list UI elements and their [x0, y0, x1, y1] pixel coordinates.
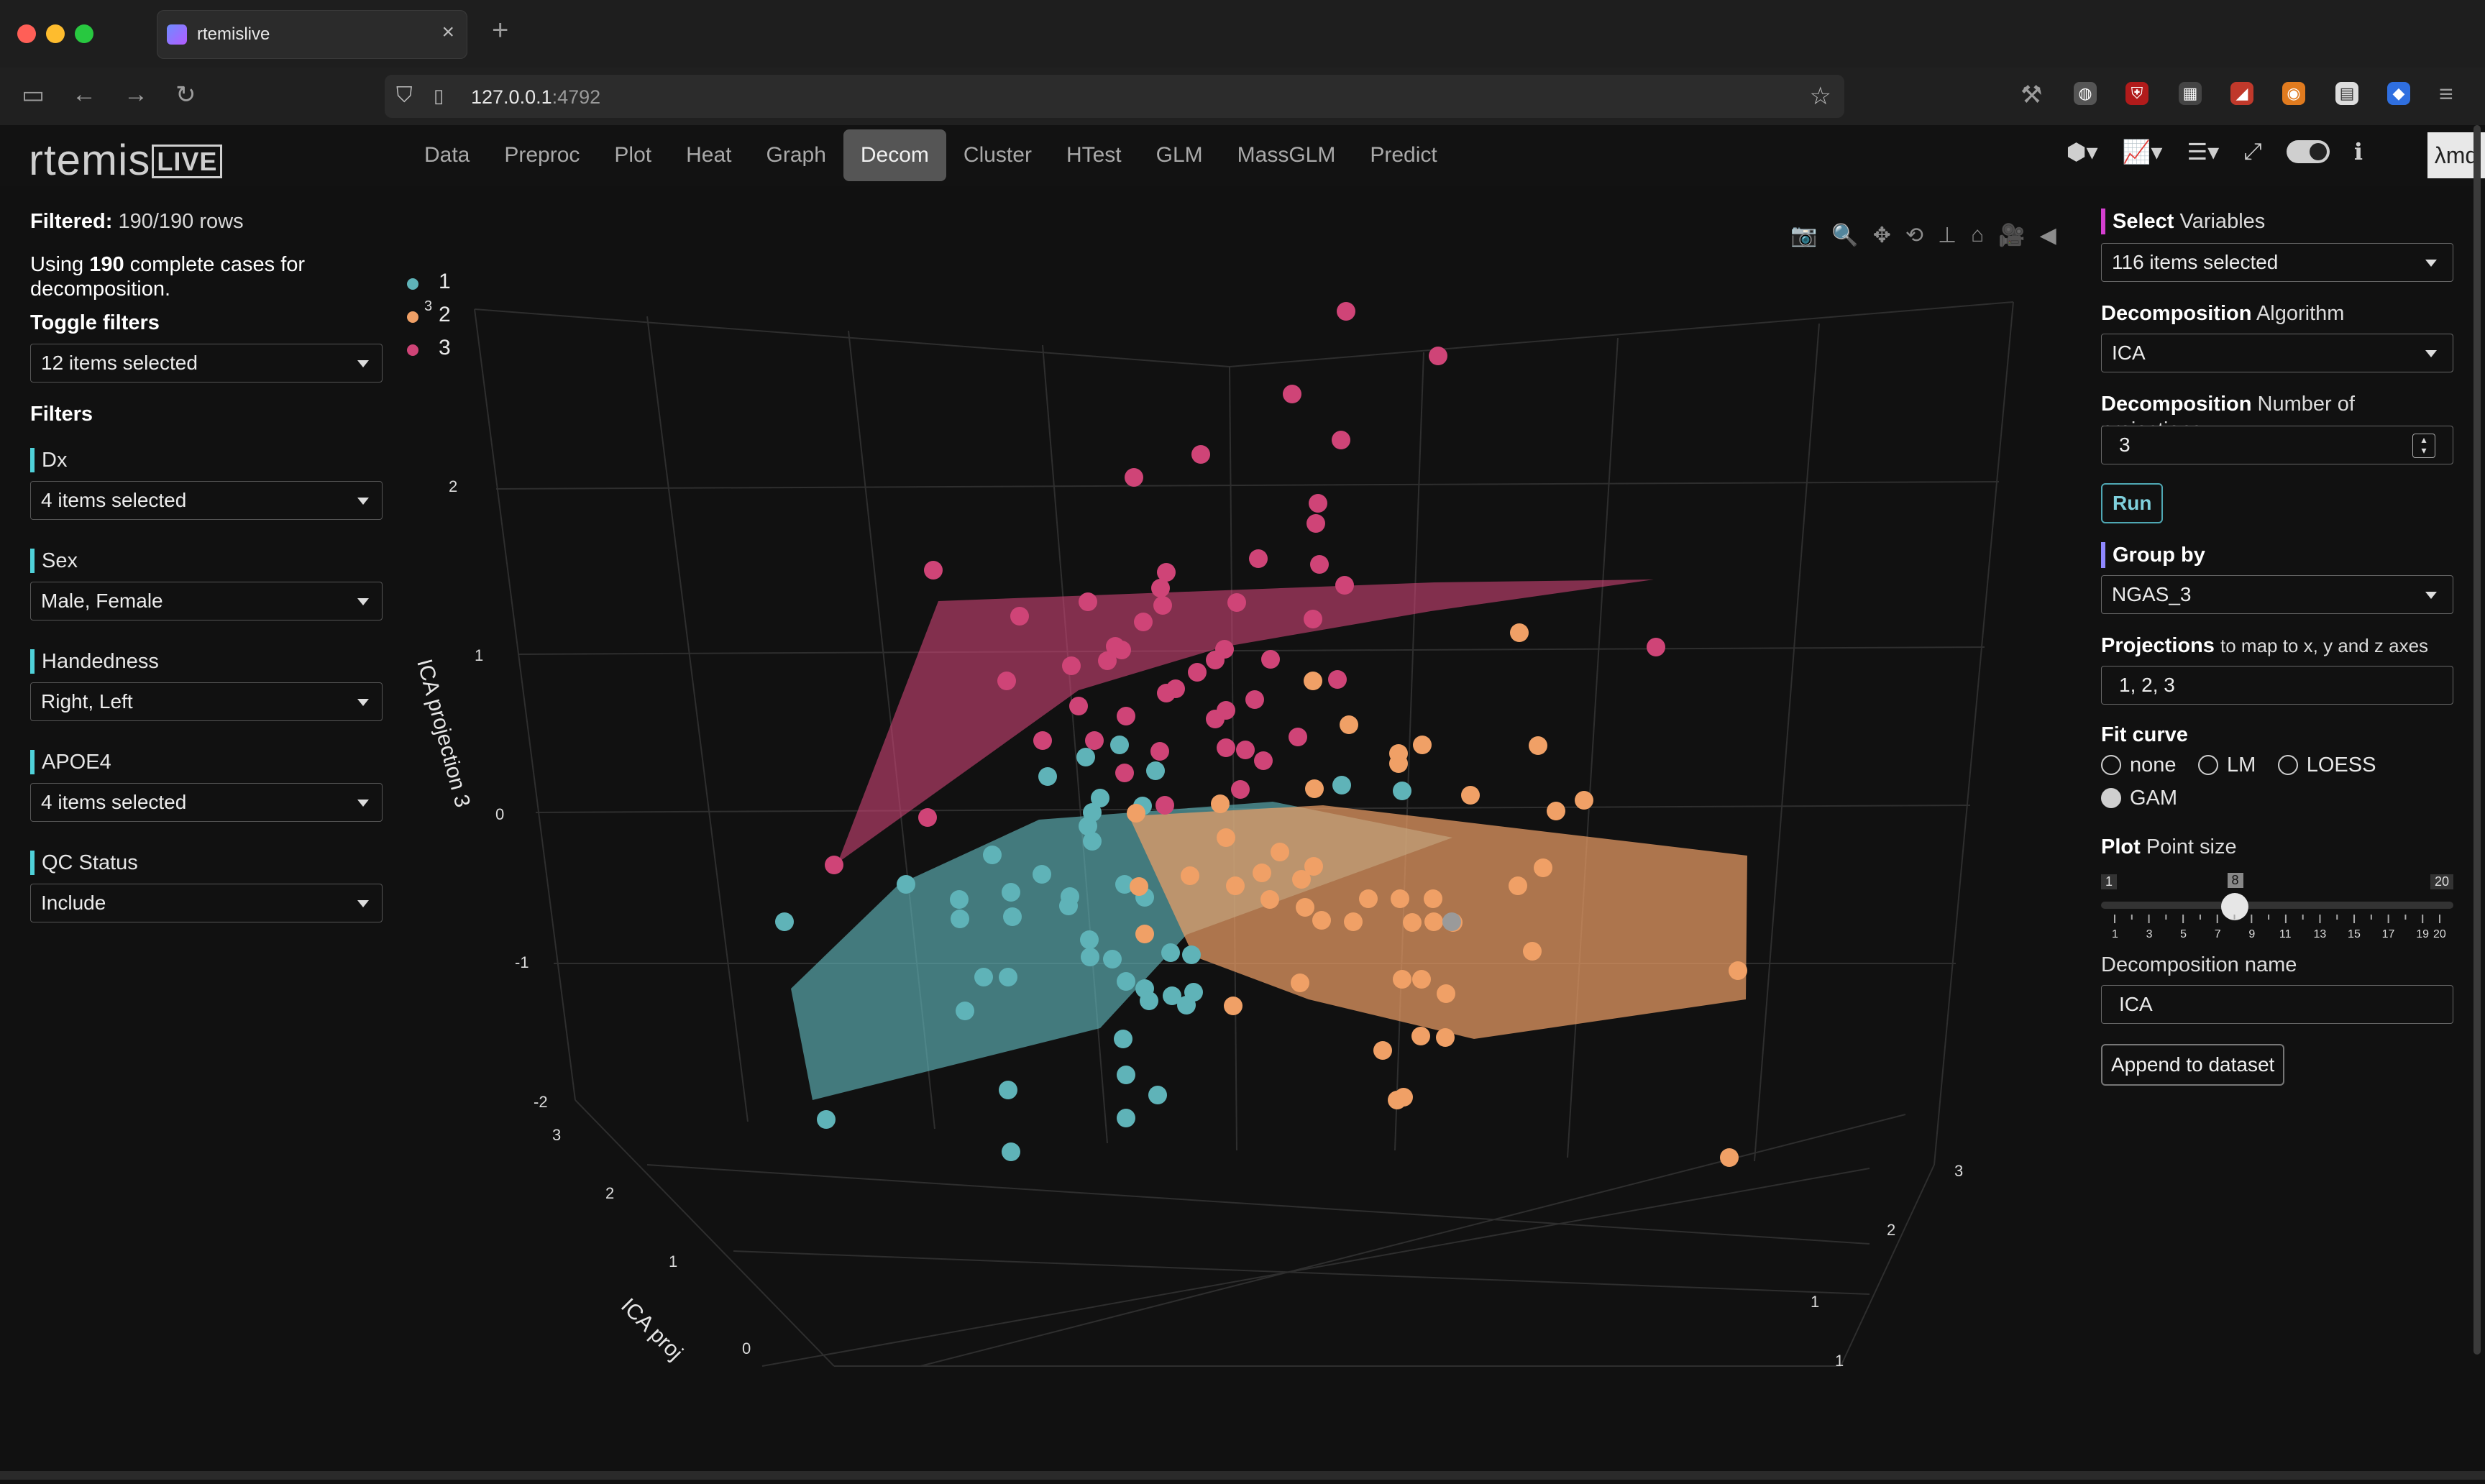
- slider-tick-label: 15: [2348, 928, 2361, 940]
- slider-tick-label: 20: [2433, 928, 2446, 940]
- run-button[interactable]: Run: [2101, 483, 2164, 523]
- slider-tick-label: 19: [2416, 928, 2429, 940]
- radio-circle: [2277, 755, 2298, 775]
- radio-circle: [2197, 755, 2218, 775]
- fit-gam-radio[interactable]: GAM: [2101, 785, 2177, 811]
- select-variables-select[interactable]: 116 items selected: [2101, 243, 2453, 282]
- fit-curve-label: Fit curve: [2101, 723, 2188, 746]
- radio-circle-selected: [2101, 788, 2121, 808]
- point-size-label: Plot Point size: [2101, 835, 2237, 858]
- x-tick-label: 0: [742, 1339, 751, 1357]
- y-tick-label: 1: [1835, 1352, 1844, 1370]
- z-tick-label: 2: [449, 477, 457, 495]
- x-axis-title: ICA proj: [616, 1294, 687, 1365]
- slider-max-label: 20: [2430, 874, 2453, 889]
- radio-circle: [2101, 755, 2121, 775]
- group-by-select[interactable]: NGAS_3: [2101, 575, 2453, 614]
- slider-ticks: 1 3 5 7 9 11 13 15 17 19 20: [2112, 915, 2446, 940]
- chevron-down-icon: [2425, 592, 2437, 599]
- slider-min-label: 1: [2101, 874, 2118, 889]
- y-tick-label: 2: [1887, 1221, 1895, 1239]
- select-variables-label: Select Variables: [2101, 209, 2453, 234]
- z-tick-label: 1: [475, 646, 483, 664]
- chevron-down-icon: [2425, 260, 2437, 267]
- z-tick-label: 0: [495, 805, 504, 823]
- algorithm-select[interactable]: ICA: [2101, 334, 2453, 372]
- slider-tick-label: 11: [2279, 928, 2292, 940]
- projections-number-label: Decomposition Number of projections: [2101, 393, 2355, 441]
- fit-curve-radio-group: none LM LOESS GAM: [2101, 752, 2453, 818]
- projections-number-input[interactable]: 3 ▴ ▾: [2101, 426, 2453, 464]
- slider-tick-label: 1: [2112, 928, 2118, 940]
- horizontal-scrollbar[interactable]: [0, 1471, 2485, 1480]
- fit-none-radio[interactable]: none: [2101, 752, 2177, 778]
- y-tick-label: 1: [1811, 1293, 1819, 1311]
- projections-map-label: Projections to map to x, y and z axes: [2101, 634, 2429, 657]
- projections-map-input[interactable]: 1, 2, 3: [2101, 666, 2453, 705]
- fit-lm-radio[interactable]: LM: [2197, 752, 2256, 778]
- algorithm-label: Decomposition Algorithm: [2101, 302, 2345, 325]
- z-tick-label: -2: [534, 1093, 548, 1111]
- decomposition-name-input[interactable]: ICA: [2101, 985, 2453, 1024]
- append-to-dataset-button[interactable]: Append to dataset: [2101, 1044, 2285, 1086]
- z-axis-title: ICA projection 3: [412, 656, 475, 810]
- x-tick-label: 3: [552, 1126, 561, 1144]
- point-grey: [1442, 912, 1461, 931]
- slider-tick-label: 13: [2313, 928, 2326, 940]
- x-tick-label: 2: [605, 1184, 614, 1202]
- x-tick-label: 1: [669, 1252, 677, 1270]
- page-scrollbar[interactable]: [2473, 125, 2481, 1355]
- decomposition-name-label: Decomposition name: [2101, 953, 2297, 976]
- slider-track[interactable]: [2101, 902, 2453, 909]
- chevron-down-icon: [2425, 350, 2437, 357]
- right-sidebar: Select Variables 116 items selected Deco…: [2101, 209, 2453, 1086]
- stepper-icon[interactable]: ▴ ▾: [2412, 434, 2435, 458]
- slider-tick-label: 9: [2248, 928, 2255, 940]
- group-by-label: Group by: [2101, 542, 2453, 568]
- z-tick-label: -1: [515, 953, 529, 971]
- slider-value-label: 8: [2227, 873, 2243, 888]
- slider-tick-label: 5: [2180, 928, 2187, 940]
- y-tick-label: 3: [1954, 1162, 1963, 1180]
- slider-tick-label: 17: [2382, 928, 2395, 940]
- slider-tick-label: 3: [2146, 928, 2153, 940]
- fit-loess-radio[interactable]: LOESS: [2277, 752, 2376, 778]
- slider-tick-label: 7: [2215, 928, 2221, 940]
- point-size-slider[interactable]: 1 20 8 1 3 5 7 9 11 13 15 17 19 20: [2101, 860, 2453, 940]
